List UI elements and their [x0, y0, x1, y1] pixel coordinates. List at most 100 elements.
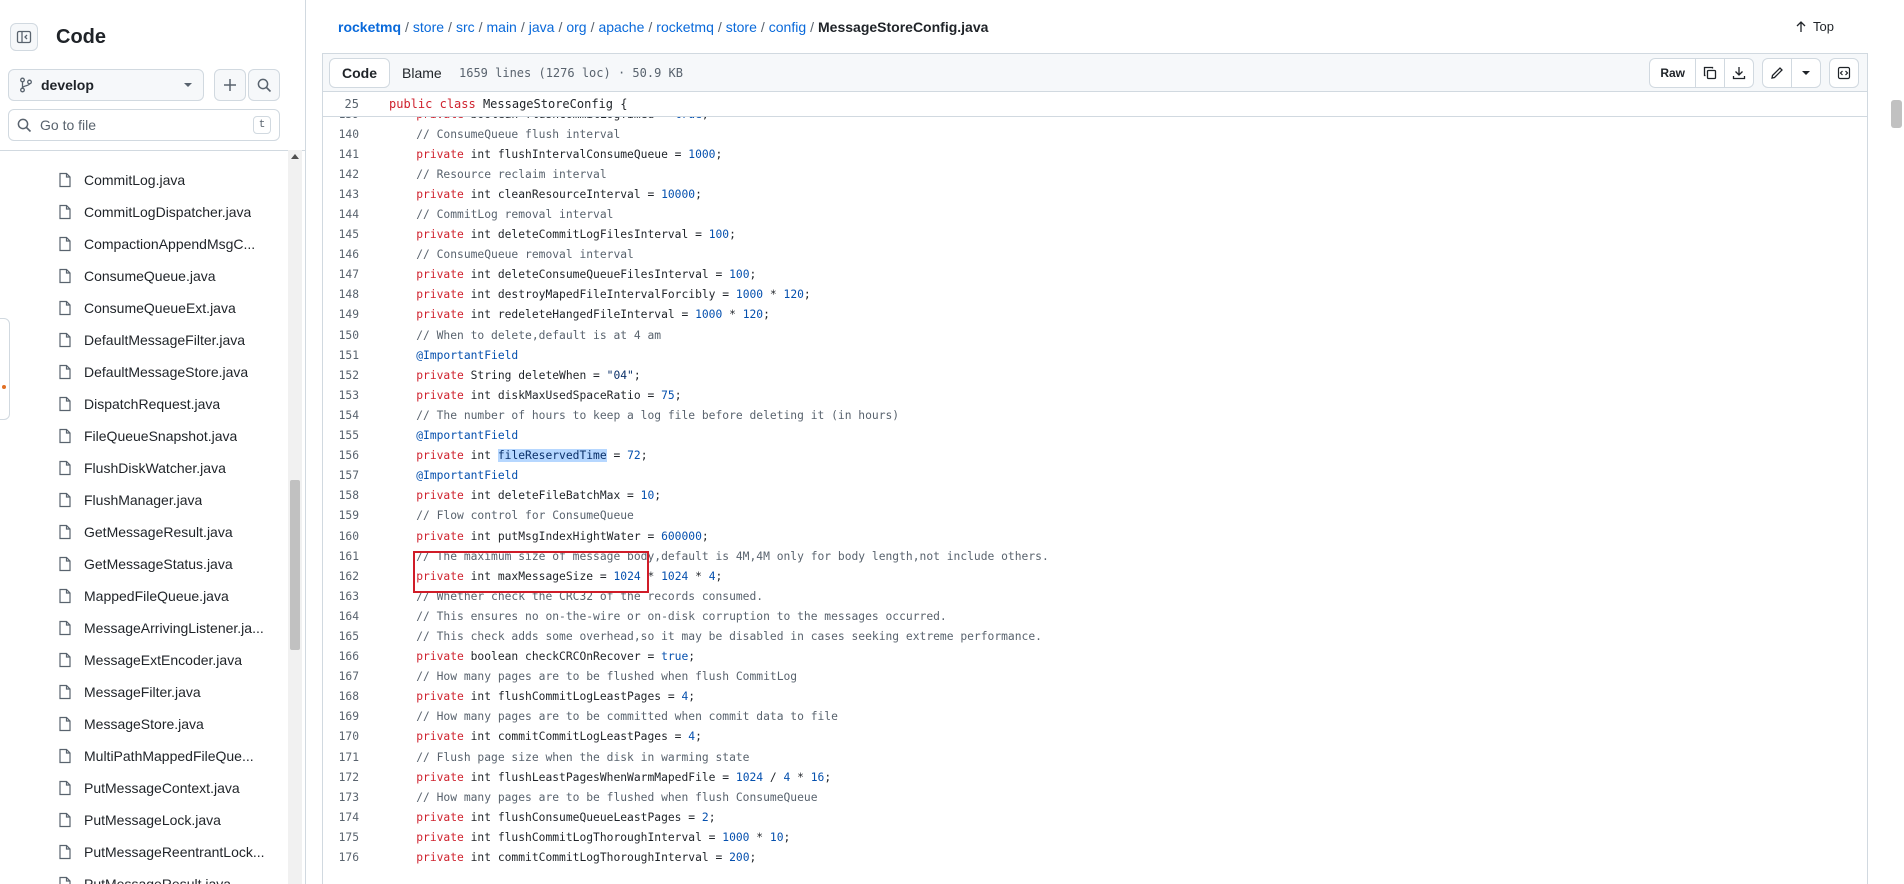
line-number[interactable]: 152: [323, 369, 359, 382]
code-line[interactable]: 171 // Flush page size when the disk in …: [323, 747, 1867, 767]
file-tree-item[interactable]: DispatchRequest.java: [0, 388, 288, 420]
code-view[interactable]: 25 public class MessageStoreConfig { 139…: [322, 91, 1868, 884]
code-line[interactable]: 150 // When to delete,default is at 4 am: [323, 325, 1867, 345]
code-line[interactable]: 174 private int flushConsumeQueueLeastPa…: [323, 807, 1867, 827]
line-number[interactable]: 155: [323, 429, 359, 442]
breadcrumb-link[interactable]: org: [566, 19, 586, 35]
breadcrumb-link[interactable]: config: [769, 19, 806, 35]
edit-file-button[interactable]: [1763, 59, 1791, 87]
file-tree-item[interactable]: FlushManager.java: [0, 484, 288, 516]
breadcrumb-link[interactable]: main: [487, 19, 517, 35]
file-tree-item[interactable]: FlushDiskWatcher.java: [0, 452, 288, 484]
sticky-class-header[interactable]: 25 public class MessageStoreConfig {: [323, 92, 1867, 117]
line-number[interactable]: 175: [323, 831, 359, 844]
code-line[interactable]: 166 private boolean checkCRCOnRecover = …: [323, 647, 1867, 667]
line-number[interactable]: 142: [323, 168, 359, 181]
code-line[interactable]: 168 private int flushCommitLogLeastPages…: [323, 687, 1867, 707]
go-to-file-input[interactable]: Go to file t: [8, 109, 280, 141]
line-number[interactable]: 161: [323, 550, 359, 563]
line-number[interactable]: 174: [323, 811, 359, 824]
code-line[interactable]: 155 @ImportantField: [323, 426, 1867, 446]
line-number[interactable]: 172: [323, 771, 359, 784]
raw-button[interactable]: Raw: [1650, 59, 1695, 87]
symbols-panel-button[interactable]: [1830, 59, 1858, 87]
line-number[interactable]: 145: [323, 228, 359, 241]
file-tree-item[interactable]: PutMessageResult.java: [0, 868, 288, 884]
breadcrumb-link[interactable]: java: [529, 19, 555, 35]
top-button[interactable]: Top: [1795, 19, 1834, 34]
file-tree-item[interactable]: GetMessageStatus.java: [0, 548, 288, 580]
code-line[interactable]: 154 // The number of hours to keep a log…: [323, 405, 1867, 425]
code-line[interactable]: 170 private int commitCommitLogLeastPage…: [323, 727, 1867, 747]
line-number[interactable]: 176: [323, 851, 359, 864]
code-line[interactable]: 151 @ImportantField: [323, 345, 1867, 365]
file-tree-item[interactable]: CommitLog.java: [0, 164, 288, 196]
line-number[interactable]: 168: [323, 690, 359, 703]
copilot-side-handle[interactable]: [0, 318, 10, 420]
sidebar-scrollbar[interactable]: [288, 150, 302, 884]
line-number[interactable]: 141: [323, 148, 359, 161]
line-number[interactable]: 148: [323, 288, 359, 301]
code-line[interactable]: 164 // This ensures no on-the-wire or on…: [323, 606, 1867, 626]
line-number[interactable]: 140: [323, 128, 359, 141]
breadcrumb-root-link[interactable]: rocketmq: [338, 19, 401, 35]
line-number[interactable]: 169: [323, 710, 359, 723]
line-number[interactable]: 146: [323, 248, 359, 261]
code-line[interactable]: 162 private int maxMessageSize = 1024 * …: [323, 566, 1867, 586]
file-tree-item[interactable]: MessageArrivingListener.ja...: [0, 612, 288, 644]
code-line[interactable]: 148 private int destroyMapedFileInterval…: [323, 285, 1867, 305]
line-number[interactable]: 154: [323, 409, 359, 422]
file-tree-item[interactable]: MessageFilter.java: [0, 676, 288, 708]
file-tree-item[interactable]: CompactionAppendMsgC...: [0, 228, 288, 260]
code-line[interactable]: 169 // How many pages are to be committe…: [323, 707, 1867, 727]
file-tree-item[interactable]: ConsumeQueueExt.java: [0, 292, 288, 324]
code-line[interactable]: 172 private int flushLeastPagesWhenWarmM…: [323, 767, 1867, 787]
breadcrumb-link[interactable]: src: [456, 19, 475, 35]
line-number[interactable]: 173: [323, 791, 359, 804]
code-line[interactable]: 145 private int deleteCommitLogFilesInte…: [323, 225, 1867, 245]
line-number[interactable]: 170: [323, 730, 359, 743]
code-line[interactable]: 159 // Flow control for ConsumeQueue: [323, 506, 1867, 526]
line-number[interactable]: 151: [323, 349, 359, 362]
file-tree-item[interactable]: GetMessageResult.java: [0, 516, 288, 548]
line-number[interactable]: 167: [323, 670, 359, 683]
code-line[interactable]: 157 @ImportantField: [323, 466, 1867, 486]
scroll-up-arrow-icon[interactable]: [291, 154, 299, 159]
code-line[interactable]: 161 // The maximum size of message body,…: [323, 546, 1867, 566]
line-number[interactable]: 160: [323, 530, 359, 543]
scrollbar-thumb[interactable]: [290, 480, 300, 650]
code-line[interactable]: 147 private int deleteConsumeQueueFilesI…: [323, 265, 1867, 285]
breadcrumb-link[interactable]: store: [726, 19, 757, 35]
file-tree-item[interactable]: ConsumeQueue.java: [0, 260, 288, 292]
file-tree-item[interactable]: FileQueueSnapshot.java: [0, 420, 288, 452]
line-number[interactable]: 166: [323, 650, 359, 663]
line-number[interactable]: 171: [323, 751, 359, 764]
code-line[interactable]: 158 private int deleteFileBatchMax = 10;: [323, 486, 1867, 506]
code-line[interactable]: 165 // This check adds some overhead,so …: [323, 626, 1867, 646]
breadcrumb-link[interactable]: rocketmq: [656, 19, 714, 35]
edit-options-dropdown[interactable]: [1791, 59, 1820, 87]
code-line[interactable]: 149 private int redeleteHangedFileInterv…: [323, 305, 1867, 325]
code-line[interactable]: 153 private int diskMaxUsedSpaceRatio = …: [323, 385, 1867, 405]
code-line[interactable]: 146 // ConsumeQueue removal interval: [323, 245, 1867, 265]
branch-selector[interactable]: develop: [8, 69, 204, 101]
line-number[interactable]: 144: [323, 208, 359, 221]
line-number[interactable]: 164: [323, 610, 359, 623]
line-number[interactable]: 165: [323, 630, 359, 643]
file-tree-item[interactable]: MessageExtEncoder.java: [0, 644, 288, 676]
file-tree-item[interactable]: MessageStore.java: [0, 708, 288, 740]
line-number[interactable]: 158: [323, 489, 359, 502]
line-number[interactable]: 157: [323, 469, 359, 482]
file-tree-item[interactable]: CommitLogDispatcher.java: [0, 196, 288, 228]
code-line[interactable]: 143 private int cleanResourceInterval = …: [323, 184, 1867, 204]
code-line[interactable]: 173 // How many pages are to be flushed …: [323, 787, 1867, 807]
code-line[interactable]: 156 private int fileReservedTime = 72;: [323, 446, 1867, 466]
code-line[interactable]: 160 private int putMsgIndexHightWater = …: [323, 526, 1867, 546]
line-number[interactable]: 150: [323, 329, 359, 342]
add-file-button[interactable]: [214, 69, 246, 101]
file-tree-item[interactable]: DefaultMessageFilter.java: [0, 324, 288, 356]
line-number[interactable]: 153: [323, 389, 359, 402]
code-line[interactable]: 141 private int flushIntervalConsumeQueu…: [323, 144, 1867, 164]
copy-raw-button[interactable]: [1695, 59, 1724, 87]
page-scrollbar[interactable]: [1888, 0, 1904, 884]
